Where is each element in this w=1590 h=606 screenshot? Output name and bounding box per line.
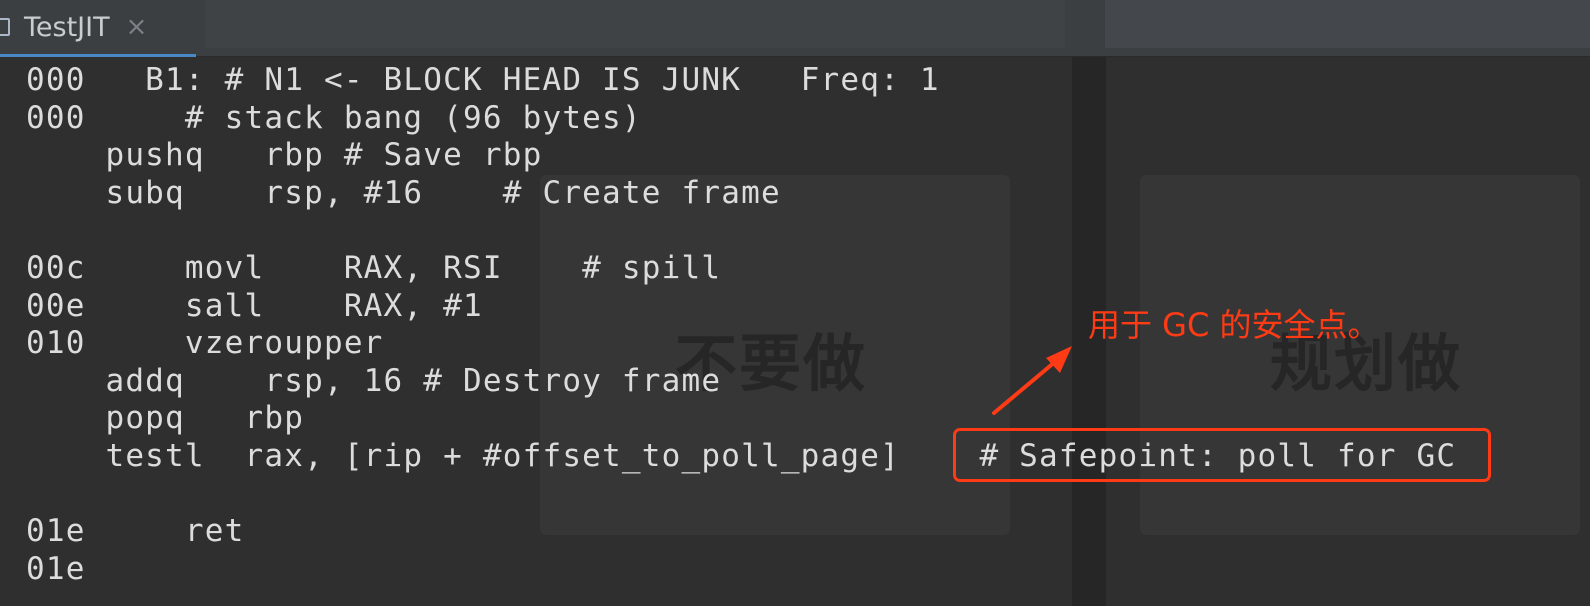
code-line: pushq rbp # Save rbp: [26, 137, 543, 174]
tab-title: TestJIT: [24, 11, 110, 43]
code-line: 00c movl RAX, RSI # spill: [26, 249, 722, 286]
tab-bar-background-right: [1105, 0, 1590, 48]
code-line: 01e ret: [26, 513, 245, 550]
close-icon[interactable]: ×: [126, 14, 148, 40]
code-line: 000 B1: # N1 <- BLOCK HEAD IS JUNK Freq:…: [26, 62, 940, 98]
tab-bar-background: [205, 0, 1065, 48]
annotation-text: 用于 GC 的安全点。: [1088, 306, 1380, 344]
editor-window: 不要做 规划做 TestJIT × 000 B1: # N1 <- BLOCK …: [0, 0, 1590, 606]
tab-bar: TestJIT ×: [0, 0, 1590, 57]
code-line: 01e: [26, 550, 86, 587]
file-icon: [0, 18, 10, 36]
annotation-arrow-icon: [992, 346, 1072, 415]
code-line: 000 # stack bang (96 bytes): [26, 99, 642, 136]
safepoint-highlight-box: [953, 428, 1491, 482]
tab-testjit[interactable]: TestJIT ×: [0, 0, 196, 57]
code-line: addq rsp, 16 # Destroy frame: [26, 362, 722, 399]
code-line: subq rsp, #16 # Create frame: [26, 174, 781, 211]
